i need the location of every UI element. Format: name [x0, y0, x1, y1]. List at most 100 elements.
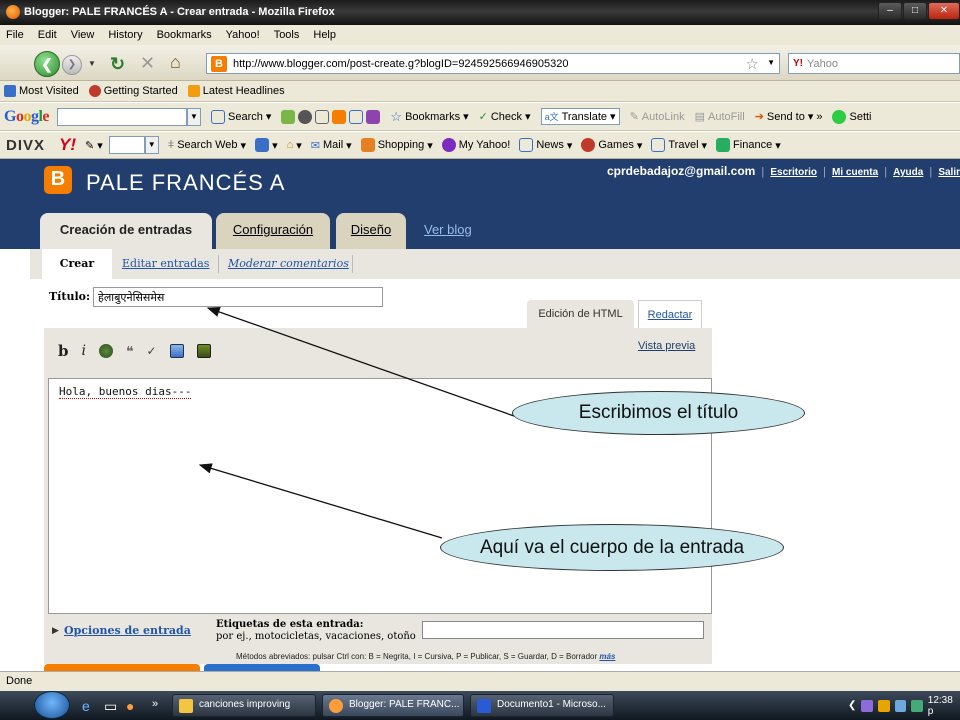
pagerank-icon [281, 109, 296, 124]
menu-file[interactable]: File [6, 29, 24, 41]
pencil-icon: ✎ [85, 139, 95, 152]
link-icon[interactable] [98, 344, 113, 358]
menu-help[interactable]: Help [313, 29, 336, 41]
google-autofill-button[interactable]: ▤ AutoFill [695, 110, 745, 124]
search-box[interactable]: Y! Yahoo [788, 53, 960, 74]
google-search-dropdown-icon[interactable]: ▼ [187, 107, 202, 126]
reload-icon[interactable]: ↻ [110, 54, 125, 75]
start-button[interactable] [34, 691, 70, 719]
google-search-button[interactable]: Search ▾ [211, 109, 271, 124]
post-title-input[interactable]: हेलाबुएनेसिसमेस [93, 287, 383, 307]
search-engine-icon[interactable]: Y! [793, 58, 803, 69]
tab-creacion-de-entradas[interactable]: Creación de entradas [40, 213, 212, 249]
url-dropdown-icon[interactable]: ▼ [767, 58, 775, 67]
yahoo-shield-button[interactable]: ▾ [255, 138, 278, 152]
vista-previa-link[interactable]: Vista previa [638, 340, 695, 352]
menu-tools[interactable]: Tools [274, 29, 300, 41]
subnav-crear[interactable]: Crear [42, 249, 112, 279]
getting-started-icon [88, 85, 101, 97]
google-search-input[interactable] [57, 107, 188, 126]
bookmark-star-icon[interactable]: ☆ [746, 55, 759, 73]
yahoo-home-button[interactable]: ⌂ ▾ [287, 139, 302, 152]
task-canciones[interactable]: canciones improving [172, 694, 316, 717]
tray-volume-icon[interactable] [911, 699, 923, 712]
tab-redactar[interactable]: Redactar [638, 300, 702, 328]
forward-button[interactable]: ❯ [62, 55, 82, 75]
home-icon[interactable]: ⌂ [170, 52, 181, 73]
status-text: Done [6, 675, 33, 687]
blockquote-button[interactable]: ❝ [126, 343, 134, 360]
menu-edit[interactable]: Edit [38, 29, 57, 41]
tray-shield-icon[interactable] [877, 699, 890, 712]
bookmark-latest-headlines[interactable]: Latest Headlines [187, 85, 285, 97]
minimize-button[interactable]: – [878, 2, 902, 20]
ie-icon[interactable]: e [82, 698, 90, 714]
bookmark-getting-started[interactable]: Getting Started [88, 85, 178, 97]
ver-blog-link[interactable]: Ver blog [424, 222, 472, 237]
opciones-de-entrada-link[interactable]: Opciones de entrada [64, 624, 191, 637]
yahoo-myyahoo-button[interactable]: My Yahoo! [441, 138, 510, 152]
yahoo-toolbar: DIVX Y! ✎ ▾ ▼ ǂ Search Web ▾ ▾ ⌂ ▾ ✉ Mail ▾… [0, 132, 960, 159]
menu-yahoo[interactable]: Yahoo! [226, 29, 260, 41]
stop-icon[interactable]: ✕ [140, 53, 155, 74]
google-sendto-button[interactable]: ➔ Send to ▾ » [755, 110, 823, 124]
bookmark-most-visited[interactable]: Most Visited [4, 85, 79, 97]
task-documento1[interactable]: Documento1 - Microso... [470, 694, 614, 717]
yahoo-travel-button[interactable]: Travel ▾ [651, 138, 707, 152]
google-translate-button[interactable]: a文 Translate ▾ [540, 108, 620, 125]
maximize-button[interactable]: □ [903, 2, 927, 20]
yahoo-mail-button[interactable]: ✉ Mail ▾ [311, 139, 352, 152]
back-button[interactable]: ❮ [34, 51, 60, 77]
mail-icon: ✉ [310, 139, 320, 152]
yahoo-search-web-button[interactable]: ǂ Search Web ▾ [168, 139, 246, 152]
spellcheck-icon[interactable]: ✓ [147, 344, 157, 358]
tray-network-icon[interactable] [894, 699, 907, 712]
google-check-button[interactable]: ✓ Check ▾ [479, 110, 531, 124]
title-label: Título: [49, 290, 91, 303]
task-blogger[interactable]: Blogger: PALE FRANC... [322, 694, 464, 717]
google-bookmarks-button[interactable]: ☆ Bookmarks ▾ [390, 109, 468, 125]
yahoo-games-button[interactable]: Games ▾ [581, 138, 642, 152]
tags-input[interactable] [422, 621, 704, 639]
expand-arrow-icon[interactable]: ▶ [52, 625, 59, 636]
show-desktop-icon[interactable]: ▭ [104, 698, 117, 715]
history-dropdown-icon[interactable]: ▼ [88, 59, 96, 68]
google-logo[interactable]: Google [4, 108, 49, 126]
tray-icon-1[interactable] [861, 699, 873, 712]
tray-expand-icon[interactable]: ❮ [848, 700, 856, 711]
firefox-quicklaunch-icon[interactable]: ● [126, 698, 134, 714]
tab-configuracion[interactable]: Configuración [216, 213, 330, 249]
link-ayuda[interactable]: Ayuda [893, 167, 923, 178]
yahoo-shopping-button[interactable]: Shopping ▾ [360, 138, 433, 152]
address-bar[interactable]: B http://www.blogger.com/post-create.g?b… [206, 53, 780, 74]
link-escritorio[interactable]: Escritorio [770, 167, 817, 178]
yahoo-pencil-button[interactable]: ✎ ▾ [85, 139, 103, 152]
close-button[interactable]: ✕ [928, 2, 960, 20]
most-visited-icon [4, 85, 16, 97]
subnav-editar-entradas[interactable]: Editar entradas [122, 249, 209, 279]
video-icon[interactable] [196, 344, 211, 358]
yahoo-news-button[interactable]: News ▾ [519, 138, 572, 152]
google-settings-button[interactable]: Setti [832, 109, 872, 124]
mas-link[interactable]: más [599, 652, 615, 661]
italic-button[interactable]: i [82, 343, 86, 359]
blogger-logo-icon[interactable]: B [44, 166, 72, 194]
google-tool-icons[interactable] [281, 109, 381, 124]
tab-diseno[interactable]: Diseño [336, 213, 406, 249]
bold-button[interactable]: b [58, 342, 69, 360]
yahoo-logo[interactable]: Y! [59, 135, 76, 155]
link-mi-cuenta[interactable]: Mi cuenta [832, 167, 878, 178]
tab-edicion-html[interactable]: Edición de HTML [527, 300, 634, 328]
quicklaunch-more-icon[interactable]: » [152, 698, 158, 710]
google-autolink-button[interactable]: ✎ AutoLink [630, 110, 685, 124]
divx-logo[interactable]: DIVX [6, 137, 45, 154]
menu-history[interactable]: History [108, 29, 142, 41]
image-icon[interactable] [169, 344, 184, 358]
yahoo-search-input[interactable] [108, 136, 145, 154]
link-salir[interactable]: Salir [938, 167, 960, 178]
yahoo-search-dropdown-icon[interactable]: ▼ [144, 136, 159, 154]
menu-bookmarks[interactable]: Bookmarks [157, 29, 212, 41]
subnav-moderar-comentarios[interactable]: Moderar comentarios [228, 249, 349, 279]
menu-view[interactable]: View [71, 29, 95, 41]
yahoo-finance-button[interactable]: Finance ▾ [716, 138, 781, 152]
